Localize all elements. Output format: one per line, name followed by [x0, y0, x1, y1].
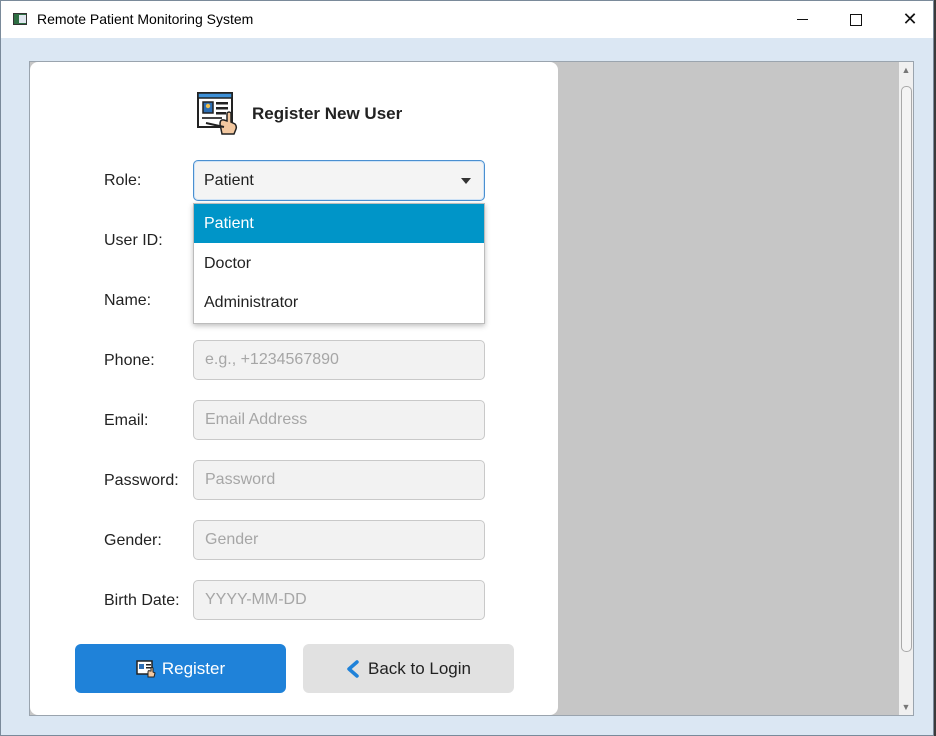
birth-date-label: Birth Date: — [104, 592, 180, 609]
role-option-patient[interactable]: Patient — [194, 204, 484, 243]
register-user-icon — [197, 92, 238, 135]
maximize-button[interactable] — [833, 1, 879, 38]
role-label: Role: — [104, 172, 142, 189]
register-button[interactable]: Register — [75, 644, 286, 693]
password-field[interactable] — [193, 460, 485, 500]
chevron-down-icon — [461, 178, 471, 184]
registration-panel: Register New User Role: Patient User ID:… — [30, 62, 558, 715]
register-button-label: Register — [161, 658, 226, 678]
scroll-thumb[interactable] — [901, 86, 912, 652]
title-bar: Remote Patient Monitoring System ✕ — [1, 1, 933, 38]
name-label: Name: — [104, 292, 152, 309]
phone-field[interactable] — [193, 340, 485, 380]
back-to-login-label: Back to Login — [367, 658, 471, 678]
email-label: Email: — [104, 412, 149, 429]
password-label: Password: — [104, 472, 179, 489]
window-title: Remote Patient Monitoring System — [37, 11, 254, 27]
chevron-left-icon — [347, 659, 359, 678]
gender-field[interactable] — [193, 520, 485, 560]
role-dropdown-list: Patient Doctor Administrator — [193, 203, 485, 324]
role-select[interactable]: Patient — [193, 160, 485, 201]
minimize-button[interactable] — [779, 1, 825, 38]
content-area: Register New User Role: Patient User ID:… — [29, 61, 914, 716]
scroll-down-arrow-icon[interactable]: ▼ — [899, 699, 913, 715]
role-selected-value: Patient — [204, 172, 254, 189]
close-icon: ✕ — [902, 9, 918, 30]
back-to-login-button[interactable]: Back to Login — [303, 644, 514, 693]
role-option-doctor[interactable]: Doctor — [194, 244, 484, 283]
birth-date-field[interactable] — [193, 580, 485, 620]
form-title: Register New User — [252, 104, 403, 123]
maximize-icon — [850, 13, 862, 26]
phone-label: Phone: — [104, 352, 155, 369]
app-icon — [13, 13, 27, 25]
role-option-administrator[interactable]: Administrator — [194, 283, 484, 322]
close-button[interactable]: ✕ — [887, 1, 933, 38]
minimize-icon — [796, 19, 808, 20]
scroll-up-arrow-icon[interactable]: ▲ — [899, 62, 913, 78]
app-window: Remote Patient Monitoring System ✕ Regis… — [0, 0, 934, 736]
gender-label: Gender: — [104, 532, 162, 549]
vertical-scrollbar[interactable]: ▲ ▼ — [899, 62, 913, 715]
user-id-label: User ID: — [104, 232, 163, 249]
email-field[interactable] — [193, 400, 485, 440]
register-icon — [136, 659, 156, 677]
